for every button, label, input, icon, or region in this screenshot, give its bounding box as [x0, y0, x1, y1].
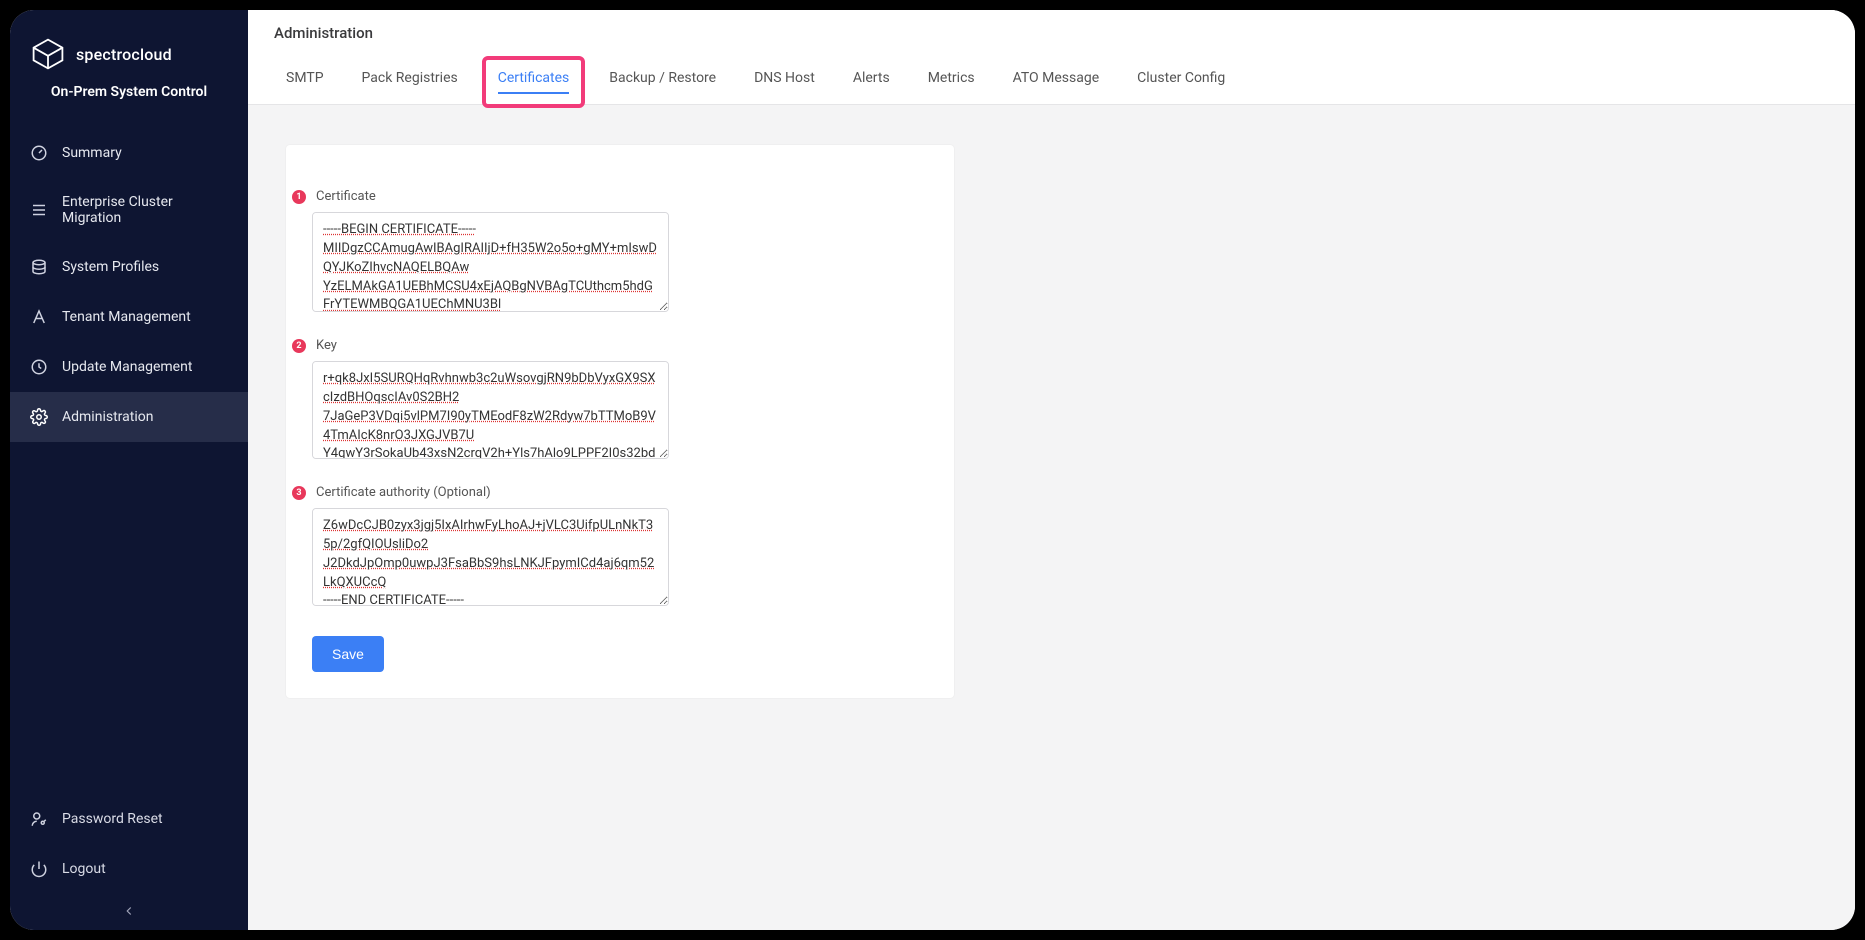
sidebar-item-update-management[interactable]: Update Management [10, 342, 248, 392]
certificate-textarea[interactable] [312, 212, 669, 312]
field-certificate-authority: 3 Certificate authority (Optional) [312, 485, 928, 610]
step-badge-3: 3 [292, 486, 306, 500]
sidebar-item-label: System Profiles [62, 259, 159, 275]
sidebar-item-label: Update Management [62, 359, 192, 375]
tab-ato-message[interactable]: ATO Message [1001, 60, 1112, 104]
sidebar-item-label: Summary [62, 145, 122, 161]
sidebar-item-label: Tenant Management [62, 309, 191, 325]
topbar: Administration SMTP Pack Registries Cert… [248, 10, 1855, 105]
ca-textarea[interactable] [312, 508, 669, 606]
tab-dns-host[interactable]: DNS Host [742, 60, 827, 104]
certificates-card: 1 Certificate 2 Key 3 Certificate au [286, 145, 954, 698]
field-label: Key [316, 338, 337, 353]
tab-cluster-config[interactable]: Cluster Config [1125, 60, 1237, 104]
tab-metrics[interactable]: Metrics [916, 60, 987, 104]
list-icon [30, 201, 48, 219]
sidebar-item-label: Administration [62, 409, 153, 425]
gauge-icon [30, 144, 48, 162]
sidebar-item-enterprise-migration[interactable]: Enterprise Cluster Migration [10, 178, 248, 242]
tab-certificates[interactable]: Certificates [486, 60, 582, 104]
clock-icon [30, 358, 48, 376]
tab-pack-registries[interactable]: Pack Registries [350, 60, 470, 104]
brand-name: spectrocloud [76, 45, 172, 64]
power-icon [30, 860, 48, 878]
chevron-left-icon[interactable] [122, 904, 136, 922]
sidebar-item-label: Password Reset [62, 811, 163, 827]
sidebar-item-label: Logout [62, 861, 106, 877]
sidebar-collapse-row [10, 894, 248, 926]
field-certificate: 1 Certificate [312, 189, 928, 316]
field-label: Certificate [316, 189, 376, 204]
key-user-icon [30, 810, 48, 828]
sidebar-item-label: Enterprise Cluster Migration [62, 194, 228, 226]
sidebar-item-system-profiles[interactable]: System Profiles [10, 242, 248, 292]
field-key: 2 Key [312, 338, 928, 463]
step-badge-2: 2 [292, 339, 306, 353]
sidebar-item-summary[interactable]: Summary [10, 128, 248, 178]
field-label-row: 1 Certificate [312, 189, 928, 204]
tab-highlight-certificates: Certificates [482, 56, 586, 108]
sidebar-item-logout[interactable]: Logout [10, 844, 248, 894]
sidebar-bottom: Password Reset Logout [10, 794, 248, 930]
sidebar-nav: Summary Enterprise Cluster Migration Sys… [10, 128, 248, 442]
sidebar: spectrocloud On-Prem System Control Summ… [10, 10, 248, 930]
key-textarea[interactable] [312, 361, 669, 459]
sidebar-item-tenant-management[interactable]: Tenant Management [10, 292, 248, 342]
save-button[interactable]: Save [312, 636, 384, 672]
main-area: Administration SMTP Pack Registries Cert… [248, 10, 1855, 930]
tab-smtp[interactable]: SMTP [274, 60, 336, 104]
page-title: Administration [274, 24, 1829, 56]
gear-icon [30, 408, 48, 426]
app-frame: spectrocloud On-Prem System Control Summ… [10, 10, 1855, 930]
stack-icon [30, 258, 48, 276]
tabs: SMTP Pack Registries Certificates Backup… [274, 56, 1829, 104]
field-label-row: 2 Key [312, 338, 928, 353]
brand-logo-icon [30, 36, 66, 72]
field-label: Certificate authority (Optional) [316, 485, 491, 500]
letter-a-icon [30, 308, 48, 326]
content: 1 Certificate 2 Key 3 Certificate au [248, 105, 1855, 738]
tab-backup-restore[interactable]: Backup / Restore [597, 60, 728, 104]
tab-alerts[interactable]: Alerts [841, 60, 902, 104]
sidebar-item-administration[interactable]: Administration [10, 392, 248, 442]
brand: spectrocloud [10, 10, 248, 84]
sidebar-item-password-reset[interactable]: Password Reset [10, 794, 248, 844]
field-label-row: 3 Certificate authority (Optional) [312, 485, 928, 500]
sidebar-subtitle: On-Prem System Control [10, 84, 248, 118]
step-badge-1: 1 [292, 190, 306, 204]
